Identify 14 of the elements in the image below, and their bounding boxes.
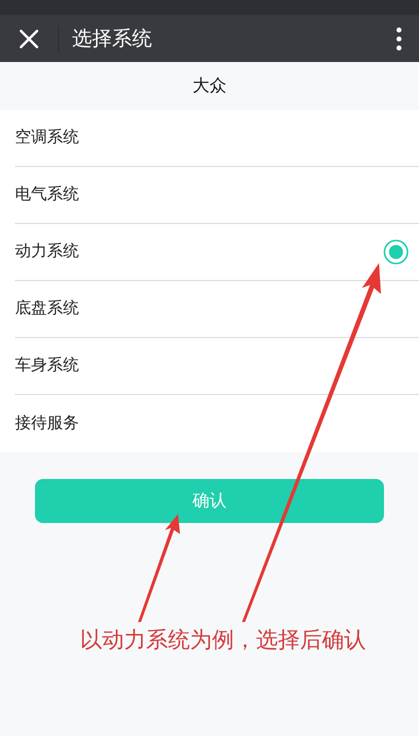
- system-option[interactable]: 空调系统: [15, 110, 419, 167]
- system-label: 空调系统: [15, 128, 79, 148]
- system-option[interactable]: 接待服务: [15, 395, 419, 452]
- system-label: 底盘系统: [15, 298, 79, 319]
- system-option[interactable]: 电气系统: [15, 167, 419, 224]
- brand-name: 大众: [192, 75, 226, 98]
- more-icon: [396, 26, 402, 50]
- system-label: 电气系统: [15, 184, 79, 205]
- close-icon: [19, 28, 39, 48]
- page-title: 选择系统: [72, 26, 153, 52]
- system-label: 动力系统: [15, 242, 79, 262]
- system-label: 车身系统: [15, 356, 79, 376]
- system-label: 接待服务: [15, 414, 79, 434]
- annotation-text: 以动力系统为例，选择后确认: [80, 627, 366, 652]
